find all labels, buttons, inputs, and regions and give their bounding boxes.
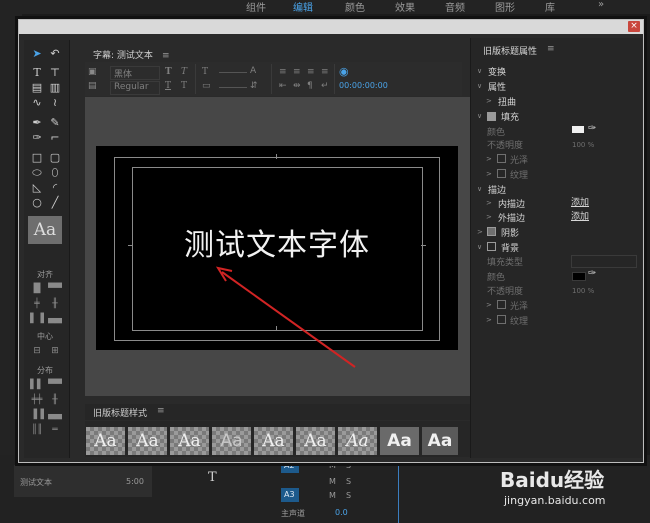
styles-panel-title[interactable]: 旧版标题样式 <box>93 406 147 419</box>
chevron-right-icon[interactable]: > <box>486 199 492 207</box>
fill-type-label: 填充类型 <box>487 258 524 268</box>
sheen-section[interactable]: 光泽 <box>510 153 528 166</box>
distort-section[interactable]: 扭曲 <box>498 95 516 108</box>
bg-texture-checkbox[interactable] <box>497 315 506 324</box>
texture-section[interactable]: 纹理 <box>510 168 528 181</box>
outer-stroke-add-link[interactable]: 添加 <box>571 209 589 222</box>
chevron-right-icon[interactable]: > <box>486 97 492 105</box>
eyedropper-icon[interactable]: ✑ <box>588 123 596 134</box>
fill-opacity-value[interactable]: 100 % <box>572 141 594 149</box>
chevron-down-icon[interactable]: ∨ <box>477 185 482 193</box>
chevron-down-icon[interactable]: ∨ <box>477 243 482 251</box>
style-swatch[interactable]: Aa <box>296 427 335 455</box>
style-swatch[interactable]: Aa <box>128 427 167 455</box>
style-swatch[interactable]: Aa <box>380 427 419 455</box>
chevron-right-icon[interactable]: > <box>486 316 492 324</box>
chevron-right-icon[interactable]: > <box>477 228 483 236</box>
properties-title: 旧版标题属性 <box>483 47 538 57</box>
chevron-right-icon[interactable]: > <box>486 155 492 163</box>
style-swatch[interactable]: Aa <box>212 427 251 455</box>
style-swatch[interactable]: Aa <box>422 427 458 455</box>
sheen-checkbox[interactable] <box>497 154 506 163</box>
background-checkbox[interactable] <box>487 242 496 251</box>
bg-sheen-checkbox[interactable] <box>497 300 506 309</box>
bg-color-label: 颜色 <box>487 273 506 283</box>
chevron-down-icon[interactable]: ∨ <box>477 67 482 75</box>
inner-stroke-label: 内描边 <box>498 200 526 210</box>
style-swatch[interactable]: Aa <box>338 427 377 455</box>
watermark-brand: Baidu经验 <box>500 468 605 492</box>
inner-stroke-add-link[interactable]: 添加 <box>571 195 589 208</box>
fill-color-swatch[interactable] <box>572 126 584 133</box>
style-swatch[interactable]: Aa <box>170 427 209 455</box>
title-properties-panel: 旧版标题属性 ≡ ∨ 变换 ∨ 属性 > 扭曲 ∨ 填充 颜色 ✑ 不透明度 1… <box>470 38 642 458</box>
style-swatch[interactable]: Aa <box>86 427 125 455</box>
properties-menu-icon[interactable]: ≡ <box>547 44 555 54</box>
shadow-checkbox[interactable] <box>487 227 496 236</box>
eyedropper-icon[interactable]: ✑ <box>588 268 596 279</box>
attributes-section[interactable]: 属性 <box>488 80 506 93</box>
watermark-url: jingyan.baidu.com <box>504 494 606 507</box>
bg-opacity-label: 不透明度 <box>487 287 524 297</box>
style-swatch[interactable]: Aa <box>254 427 293 455</box>
outer-stroke-label: 外描边 <box>498 214 526 224</box>
chevron-down-icon[interactable]: ∨ <box>477 82 482 90</box>
texture-checkbox[interactable] <box>497 169 506 178</box>
fill-type-select[interactable] <box>571 255 637 268</box>
fill-opacity-label: 不透明度 <box>487 141 524 151</box>
watermark: Baidu经验 jingyan.baidu.com <box>500 464 645 520</box>
bg-sheen-section[interactable]: 光泽 <box>510 299 528 312</box>
bg-texture-section[interactable]: 纹理 <box>510 314 528 327</box>
chevron-down-icon[interactable]: ∨ <box>477 112 482 120</box>
bg-opacity-value[interactable]: 100 % <box>572 287 594 295</box>
transform-section[interactable]: 变换 <box>488 65 506 78</box>
strokes-section[interactable]: 描边 <box>488 183 506 196</box>
chevron-right-icon[interactable]: > <box>486 213 492 221</box>
styles-panel-menu-icon[interactable]: ≡ <box>157 406 165 416</box>
background-section[interactable]: 背景 <box>501 241 519 254</box>
styles-panel-header: 旧版标题样式 ≡ <box>85 404 470 420</box>
chevron-right-icon[interactable]: > <box>486 170 492 178</box>
shadow-section[interactable]: 阴影 <box>501 226 519 239</box>
fill-section[interactable]: 填充 <box>501 110 519 123</box>
fill-checkbox[interactable] <box>487 112 496 121</box>
bg-color-swatch[interactable] <box>572 272 586 281</box>
chevron-right-icon[interactable]: > <box>486 301 492 309</box>
fill-color-label: 颜色 <box>487 128 506 138</box>
